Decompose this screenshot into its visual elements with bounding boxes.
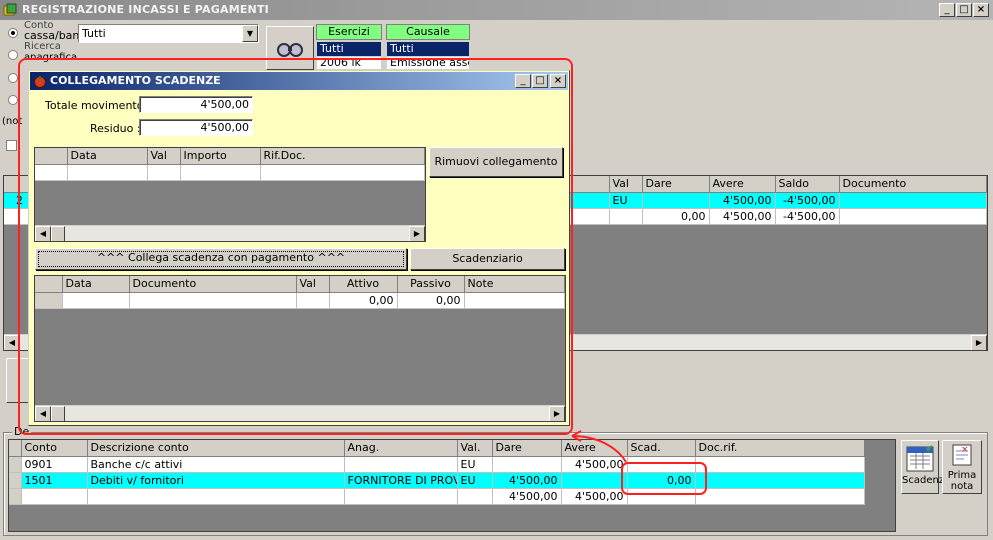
residuo-field[interactable]: 4'500,00 bbox=[139, 119, 253, 136]
table-row[interactable]: 0,00 0,00 bbox=[35, 292, 565, 309]
esercizi-item-selected[interactable]: Tutti bbox=[317, 42, 381, 56]
scadenze-grid[interactable]: Data Documento Val Attivo Passivo Note 0,00 0,… bbox=[34, 275, 566, 422]
col-rifdoc[interactable]: Rif.Doc. bbox=[260, 148, 425, 165]
main-close-button[interactable]: × bbox=[973, 3, 989, 17]
table-row[interactable]: 0901 Banche c/c attivi EU 4'500,00 bbox=[9, 456, 865, 473]
prima-nota-label-line1: Prima bbox=[947, 470, 977, 481]
col-val[interactable]: Val. bbox=[457, 440, 493, 457]
rimuovi-collegamento-button[interactable]: Rimuovi collegamento bbox=[429, 147, 563, 177]
main-minimize-button[interactable]: _ bbox=[939, 3, 955, 17]
col-attivo[interactable]: Attivo bbox=[329, 276, 398, 293]
scroll-left-icon[interactable]: ◀ bbox=[4, 335, 20, 350]
app-icon bbox=[3, 3, 17, 17]
scroll-right-icon[interactable]: ▶ bbox=[549, 406, 565, 421]
radio-ricerca-anagrafica[interactable] bbox=[8, 50, 18, 60]
col-note[interactable]: Note bbox=[464, 276, 565, 293]
table-row[interactable]: 4'500,00 4'500,00 bbox=[9, 488, 865, 505]
scroll-thumb[interactable] bbox=[51, 406, 65, 421]
main-window-titlebar: REGISTRAZIONE INCASSI E PAGAMENTI bbox=[0, 0, 993, 20]
esercizi-header[interactable]: Esercizi bbox=[316, 24, 382, 40]
search-button[interactable] bbox=[266, 26, 314, 70]
dialog-titlebar[interactable]: COLLEGAMENTO SCADENZE bbox=[30, 72, 568, 90]
binoculars-icon bbox=[277, 43, 303, 57]
checkbox[interactable] bbox=[6, 140, 17, 151]
col-dare[interactable]: Dare bbox=[642, 176, 710, 193]
dialog-app-icon bbox=[33, 74, 47, 88]
causale-header[interactable]: Causale bbox=[386, 24, 470, 40]
annotation-arrow bbox=[571, 430, 627, 463]
chevron-down-icon[interactable]: ▼ bbox=[242, 25, 258, 42]
causale-item[interactable]: Emissione assegi bbox=[387, 57, 469, 69]
scadenziario-button-label: Scadenz bbox=[902, 475, 945, 486]
anagrafica-label-line1: Ricerca bbox=[24, 41, 61, 52]
totale-movimento-label: Totale movimento : bbox=[45, 99, 151, 112]
totale-movimento-field[interactable]: 4'500,00 bbox=[139, 96, 253, 113]
table-row[interactable] bbox=[35, 164, 425, 181]
col-descrizione[interactable]: Descrizione conto bbox=[87, 440, 345, 457]
conto-select[interactable]: Tutti ▼ bbox=[78, 24, 259, 43]
residuo-label: Residuo : bbox=[90, 122, 141, 135]
conto-select-value: Tutti bbox=[82, 27, 106, 40]
col-dare[interactable]: Dare bbox=[492, 440, 562, 457]
dettaglio-grid[interactable]: Conto Descrizione conto Anag. Val. Dare … bbox=[8, 439, 896, 532]
scadenze-hscroll[interactable]: ◀ ▶ bbox=[35, 405, 565, 421]
dialog-maximize-button[interactable]: □ bbox=[532, 74, 548, 88]
radio-option-3[interactable] bbox=[8, 73, 18, 83]
prima-nota-button[interactable]: × Prima nota bbox=[942, 440, 982, 494]
main-window-title: REGISTRAZIONE INCASSI E PAGAMENTI bbox=[22, 3, 269, 16]
scadenziario-button[interactable]: Scadenz bbox=[901, 440, 945, 494]
collegamento-scadenze-dialog: COLLEGAMENTO SCADENZE _ □ × Totale movim… bbox=[28, 70, 570, 426]
col-avere[interactable]: Avere bbox=[709, 176, 776, 193]
scroll-right-icon[interactable]: ▶ bbox=[971, 335, 987, 350]
col-documento[interactable]: Documento bbox=[129, 276, 297, 293]
col-anag[interactable]: Anag. bbox=[344, 440, 458, 457]
col-data[interactable]: Data bbox=[62, 276, 130, 293]
calendar-icon bbox=[906, 445, 934, 472]
anagrafica-label-line2: anagrafica bbox=[24, 52, 78, 63]
main-maximize-button[interactable]: □ bbox=[956, 3, 972, 17]
col-docrif[interactable]: Doc.rif. bbox=[695, 440, 865, 457]
collegamenti-hscroll[interactable]: ◀ ▶ bbox=[35, 225, 425, 241]
note-label: (not bbox=[2, 116, 23, 127]
col-data[interactable]: Data bbox=[67, 148, 148, 165]
col-passivo[interactable]: Passivo bbox=[397, 276, 465, 293]
document-edit-icon: × bbox=[952, 444, 972, 466]
dialog-minimize-button[interactable]: _ bbox=[515, 74, 531, 88]
col-documento[interactable]: Documento bbox=[839, 176, 987, 193]
scadenziario-dialog-button[interactable]: Scadenziario bbox=[410, 248, 565, 270]
esercizi-item[interactable]: 2006 lk bbox=[317, 57, 381, 69]
radio-conto-cassa[interactable] bbox=[8, 28, 18, 38]
col-importo[interactable]: Importo bbox=[180, 148, 261, 165]
causale-item-selected[interactable]: Tutti bbox=[387, 42, 469, 56]
scroll-left-icon[interactable]: ◀ bbox=[35, 406, 51, 421]
svg-text:×: × bbox=[961, 445, 969, 455]
scroll-right-icon[interactable]: ▶ bbox=[409, 226, 425, 241]
dialog-title: COLLEGAMENTO SCADENZE bbox=[50, 74, 221, 87]
col-val[interactable]: Val bbox=[147, 148, 181, 165]
prima-nota-label-line2: nota bbox=[950, 481, 974, 492]
scroll-thumb[interactable] bbox=[51, 226, 65, 241]
table-row[interactable]: 1501 Debiti v/ fornitori FORNITORE DI PROV… bbox=[9, 472, 865, 489]
radio-option-4[interactable] bbox=[8, 95, 18, 105]
dettaglio-frame-label: De bbox=[12, 425, 32, 438]
dialog-close-button[interactable]: × bbox=[550, 74, 566, 88]
collegamenti-grid[interactable]: Data Val Importo Rif.Doc. ◀ ▶ bbox=[34, 147, 426, 242]
collega-scadenza-button[interactable]: ^^^ Collega scadenza con pagamento ^^^ bbox=[35, 248, 407, 270]
col-val[interactable]: Val bbox=[296, 276, 330, 293]
col-saldo[interactable]: Saldo bbox=[775, 176, 840, 193]
scroll-left-icon[interactable]: ◀ bbox=[35, 226, 51, 241]
col-conto[interactable]: Conto bbox=[21, 440, 88, 457]
col-val[interactable]: Val bbox=[609, 176, 643, 193]
